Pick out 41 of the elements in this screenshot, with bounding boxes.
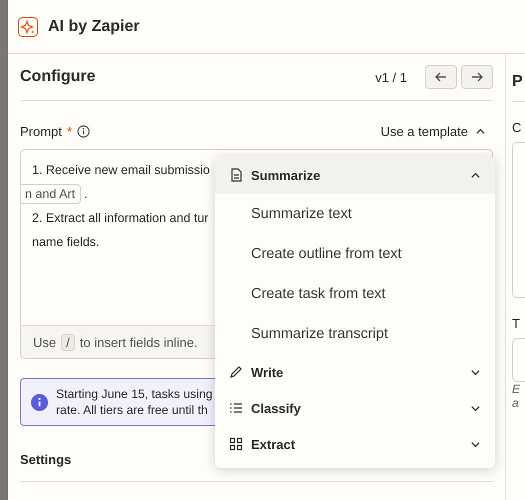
menu-group-header[interactable]: Summarize (215, 156, 495, 194)
info-icon (76, 124, 90, 138)
field-pill[interactable]: n and Art (20, 184, 82, 204)
list-icon (229, 401, 243, 415)
hint-text: to insert fields inline. (80, 334, 198, 350)
document-icon (229, 168, 243, 182)
field-label: T (512, 316, 521, 331)
menu-group-header[interactable]: Write (215, 354, 495, 390)
next-button[interactable] (461, 65, 493, 89)
section-title: Configure (20, 68, 96, 86)
arrow-right-icon (470, 70, 484, 84)
prompt-text: . (84, 187, 88, 201)
pencil-icon (229, 365, 243, 379)
help-text: a (512, 396, 520, 410)
field-label: Prompt (20, 124, 62, 138)
app-title: AI by Zapier (48, 18, 140, 36)
required-mark: * (66, 124, 72, 138)
menu-group-header[interactable]: Classify (215, 390, 495, 426)
arrow-left-icon (434, 70, 448, 84)
info-icon (31, 394, 48, 410)
prompt-text: name fields. (32, 235, 100, 249)
hint-text: Use (33, 334, 56, 350)
previous-button[interactable] (425, 65, 457, 89)
template-button[interactable]: Use a template (380, 124, 493, 138)
prompt-text: 2. Extract all information and tur (32, 211, 208, 225)
panel-title: P (512, 73, 524, 91)
menu-item[interactable]: Create outline from text (215, 234, 495, 274)
help-text: E (512, 382, 522, 396)
menu-item[interactable]: Summarize transcript (215, 314, 495, 354)
section-title: Settings (20, 452, 72, 467)
menu-group-header[interactable]: Extract (215, 426, 495, 462)
key-hint: / (61, 334, 75, 350)
field-label: C (512, 120, 522, 135)
version-label: v1 / 1 (375, 70, 407, 84)
menu-item[interactable]: Create task from text (215, 274, 495, 314)
sparkle-icon (18, 16, 38, 36)
grid-icon (229, 437, 243, 451)
menu-item[interactable]: Summarize text (215, 194, 495, 234)
notice-text: rate. All tiers are free until th (56, 402, 209, 418)
prompt-text: 1. Receive new email submissio (32, 163, 210, 177)
notice-text: Starting June 15, tasks using (56, 386, 212, 402)
